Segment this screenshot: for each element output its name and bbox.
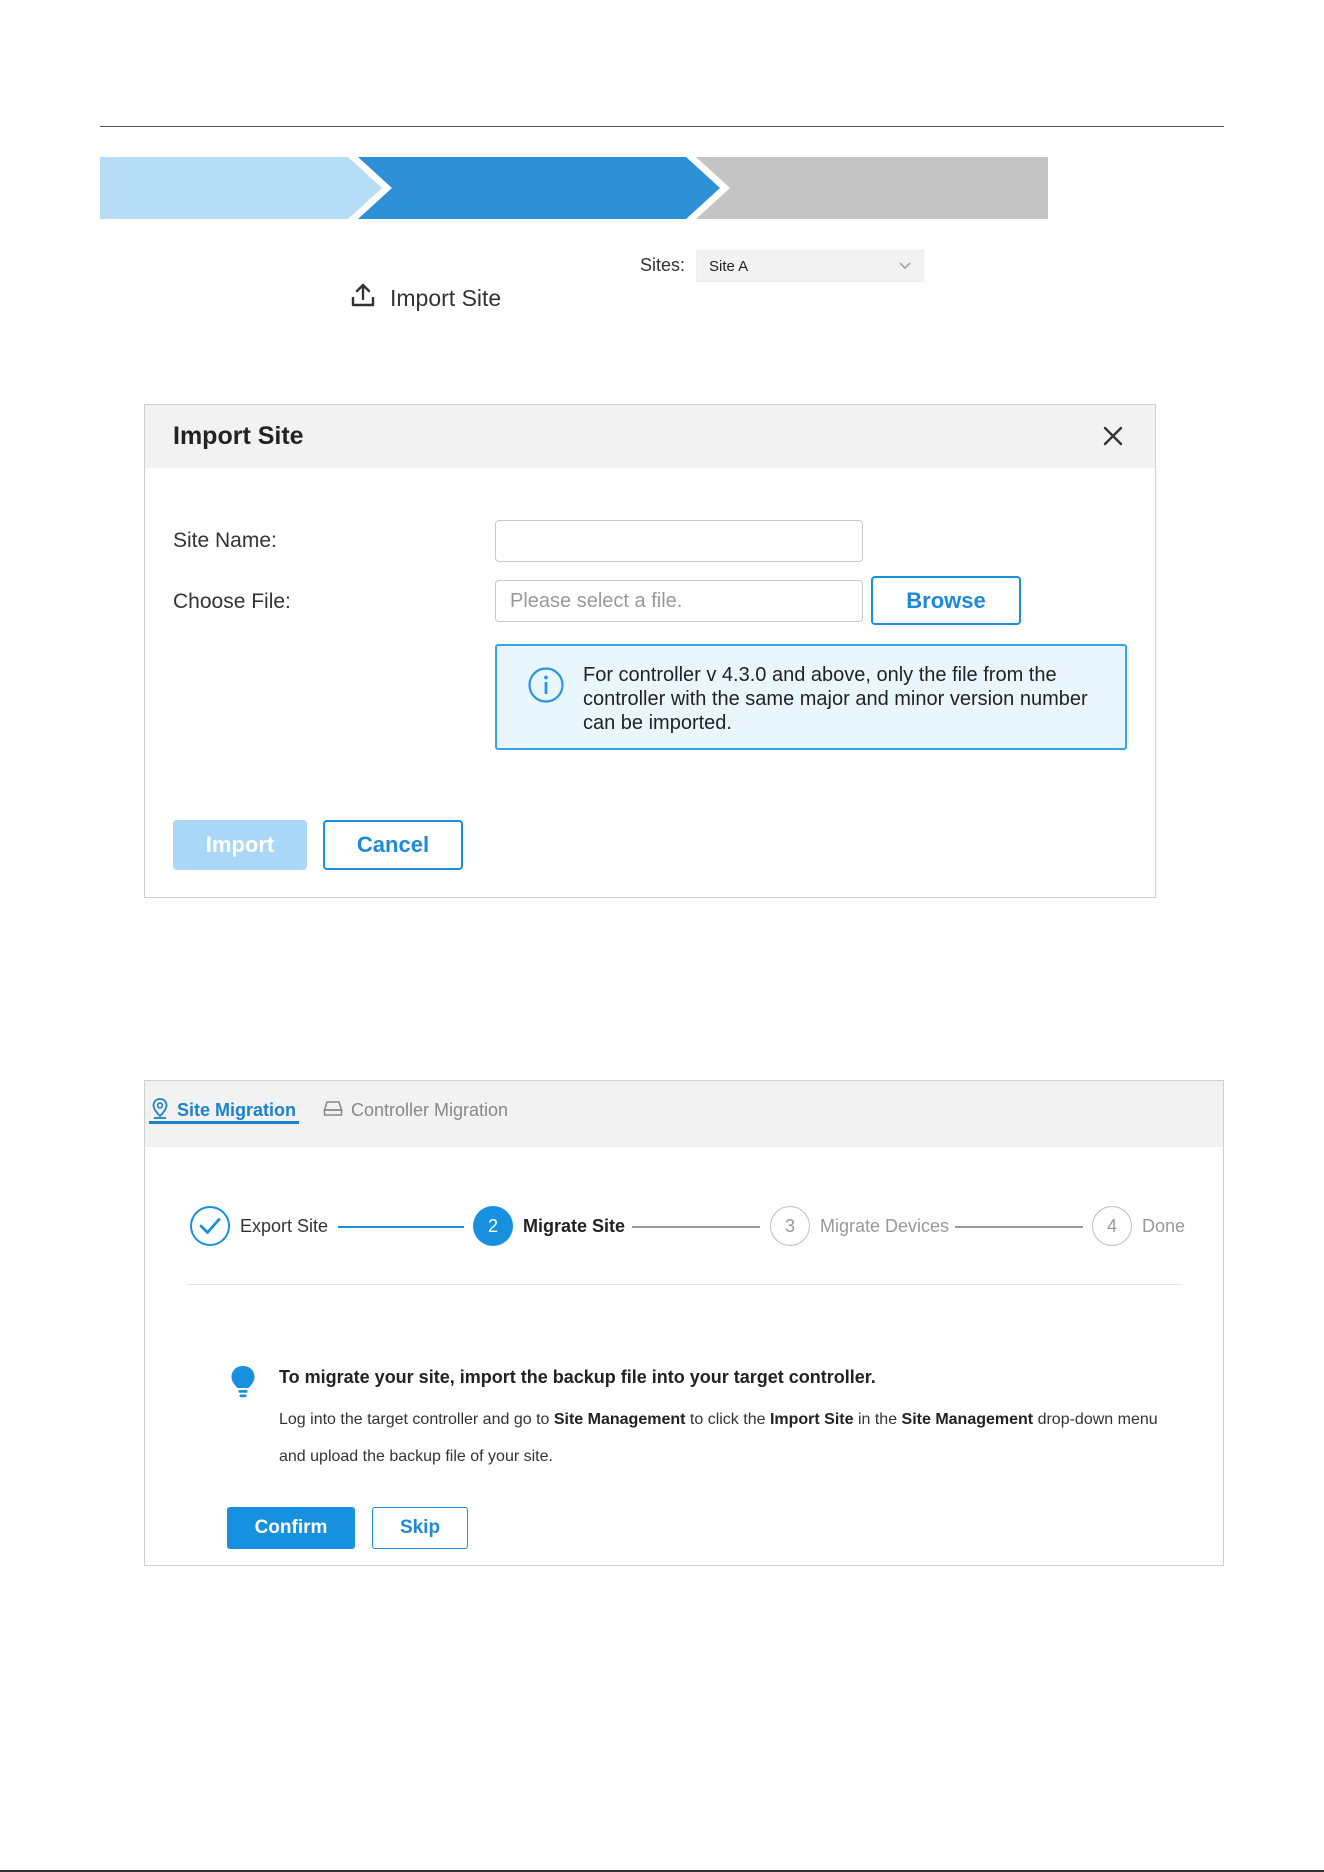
- step-migrate-site: 2 Migrate Site: [473, 1205, 625, 1247]
- sites-label: Sites:: [640, 255, 686, 275]
- controller-icon: [323, 1099, 343, 1122]
- step-done: 4 Done: [1092, 1205, 1185, 1247]
- info-box: For controller v 4.3.0 and above, only t…: [495, 644, 1127, 750]
- step-label: Migrate Devices: [820, 1215, 950, 1236]
- confirm-button[interactable]: Confirm: [227, 1507, 355, 1549]
- close-icon[interactable]: [1101, 424, 1125, 448]
- step-number: 2: [473, 1206, 513, 1246]
- arrow-segment-3: [696, 157, 1048, 219]
- skip-button[interactable]: Skip: [372, 1507, 468, 1549]
- browse-button[interactable]: Browse: [871, 576, 1021, 625]
- step-number: 3: [770, 1206, 810, 1246]
- step-migrate-devices: 3 Migrate Devices: [770, 1205, 949, 1247]
- lightbulb-icon: [229, 1364, 257, 1405]
- import-site-link[interactable]: Import Site: [350, 282, 501, 314]
- notice-title: To migrate your site, import the backup …: [279, 1367, 876, 1387]
- tab-controller-migration-label: Controller Migration: [351, 1099, 509, 1120]
- step-export-site: Export Site: [190, 1205, 328, 1247]
- import-site-link-label: Import Site: [390, 284, 502, 311]
- import-site-dialog: Import Site Site Name: Choose File: Brow…: [144, 404, 1156, 898]
- step-connector: [632, 1226, 760, 1228]
- tab-site-migration-label: Site Migration: [177, 1099, 297, 1120]
- notice-body: Log into the target controller and go to…: [279, 1411, 1158, 1465]
- sites-select[interactable]: Site A: [696, 250, 924, 282]
- tab-controller-migration[interactable]: Controller Migration: [323, 1095, 508, 1125]
- info-text: For controller v 4.3.0 and above, only t…: [583, 664, 1088, 734]
- active-tab-underline: [149, 1121, 299, 1124]
- arrow-segment-1: [100, 157, 382, 219]
- panel-divider: [187, 1284, 1183, 1285]
- step-arrow-banner: [100, 157, 1048, 219]
- step-label: Export Site: [240, 1215, 329, 1236]
- check-icon: [190, 1206, 230, 1246]
- step-number: 4: [1092, 1206, 1132, 1246]
- site-name-input[interactable]: [495, 520, 863, 562]
- location-pin-icon: [151, 1097, 169, 1124]
- cancel-button[interactable]: Cancel: [323, 820, 463, 870]
- chevron-down-icon: [897, 257, 913, 277]
- migration-tabs: Site Migration Controller Migration: [145, 1081, 1223, 1147]
- dialog-header: Import Site: [145, 405, 1155, 468]
- sites-select-value: Site A: [709, 257, 749, 275]
- upload-icon: [350, 282, 376, 314]
- site-name-label: Site Name:: [173, 529, 277, 552]
- choose-file-label: Choose File:: [173, 590, 291, 613]
- step-connector: [955, 1226, 1083, 1228]
- step-label: Migrate Site: [523, 1215, 626, 1236]
- stepper: Export Site 2 Migrate Site 3 Migrate Dev…: [190, 1205, 1190, 1247]
- top-rule: [100, 126, 1224, 127]
- import-button[interactable]: Import: [173, 820, 307, 870]
- file-path-input[interactable]: [495, 580, 863, 622]
- info-icon: [527, 666, 565, 709]
- dialog-title: Import Site: [173, 422, 304, 450]
- arrow-segment-2: [358, 157, 720, 219]
- migration-panel: Site Migration Controller Migration Expo…: [144, 1080, 1224, 1566]
- step-label: Done: [1142, 1215, 1186, 1236]
- step-connector: [338, 1226, 464, 1228]
